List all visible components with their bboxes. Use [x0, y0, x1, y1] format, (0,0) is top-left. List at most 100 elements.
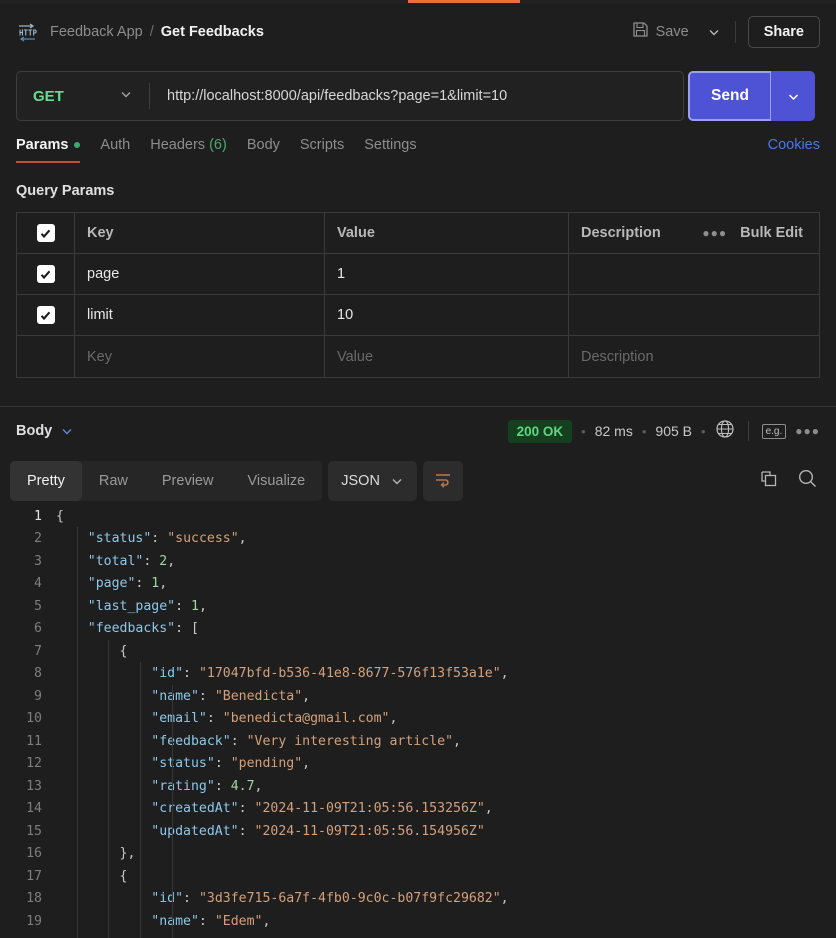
ellipsis-icon[interactable]: ●●● — [795, 424, 820, 438]
bulk-edit-button[interactable]: Bulk Edit — [740, 225, 803, 241]
word-wrap-button[interactable] — [422, 461, 463, 501]
tab-headers[interactable]: Headers (6) — [150, 137, 227, 163]
token-punc: { — [119, 643, 128, 659]
tab-params[interactable]: Params — [16, 137, 81, 163]
line-number: 6 — [34, 621, 42, 637]
tab-preview[interactable]: Preview — [145, 461, 231, 501]
code-lines: 1{2 "status": "success", 3 "total": 2, 4 "… — [0, 505, 836, 933]
line-number: 16 — [26, 846, 42, 862]
share-button[interactable]: Share — [747, 16, 820, 48]
param-value-input[interactable]: 1 — [325, 253, 569, 295]
code-line: 16 }, — [0, 843, 836, 866]
select-all-cell[interactable] — [17, 212, 75, 254]
code-line: 9 "name": "Benedicta", — [0, 685, 836, 708]
code-scrollbar-track[interactable] — [818, 505, 827, 938]
param-description-input[interactable] — [569, 295, 819, 336]
header-divider — [734, 21, 736, 43]
token-str: "success" — [167, 531, 239, 547]
param-key-input[interactable]: Key — [75, 336, 325, 377]
token-punc: : — [183, 891, 199, 907]
tab-visualize[interactable]: Visualize — [230, 461, 322, 501]
token-key: "status" — [151, 756, 215, 772]
tab-settings[interactable]: Settings — [364, 137, 416, 163]
token-key: "updatedAt" — [151, 823, 239, 839]
save-options-caret[interactable] — [697, 17, 731, 47]
row-enable-cell[interactable] — [17, 294, 75, 336]
token-punc: : — [238, 801, 255, 817]
code-line: 7 { — [0, 640, 836, 663]
token-key: "status" — [87, 531, 152, 547]
token-str: "Benedicta" — [214, 688, 303, 704]
copy-icon[interactable] — [759, 469, 779, 494]
code-line: 18 "id": "3d3fe715-6a7f-4fb0-9c0c-b07f9f… — [0, 888, 836, 911]
code-text: "page": 1, — [56, 576, 167, 591]
svg-text:HTTP: HTTP — [19, 29, 38, 38]
table-row[interactable]: page 1 — [17, 253, 819, 295]
line-number: 13 — [26, 778, 42, 794]
stat-separator: • — [641, 423, 647, 439]
token-key: "feedback" — [151, 733, 231, 749]
ellipsis-icon[interactable]: ●●● — [702, 226, 727, 240]
param-key-input[interactable]: page — [75, 253, 325, 295]
unsaved-dot-icon — [74, 142, 81, 149]
code-line: 5 "last_page": 1, — [0, 595, 836, 618]
line-number: 1 — [34, 508, 42, 524]
row-enable-cell[interactable] — [17, 253, 75, 295]
tab-scripts[interactable]: Scripts — [300, 137, 344, 163]
save-label: Save — [655, 24, 689, 40]
send-button[interactable]: Send — [688, 71, 772, 121]
line-number: 18 — [26, 891, 42, 907]
token-str: "Edem" — [214, 913, 263, 929]
param-value-input[interactable]: Value — [325, 336, 569, 377]
response-view-tabs: Pretty Raw Preview Visualize — [10, 461, 323, 501]
breadcrumb-current[interactable]: Get Feedbacks — [161, 24, 264, 40]
code-line: 2 "status": "success", — [0, 528, 836, 551]
tab-body[interactable]: Body — [247, 137, 280, 163]
tab-pretty[interactable]: Pretty — [10, 461, 82, 501]
code-line: 3 "total": 2, — [0, 550, 836, 573]
cookies-link[interactable]: Cookies — [768, 137, 820, 163]
tab-auth[interactable]: Auth — [100, 137, 130, 163]
param-description-input[interactable] — [569, 254, 819, 295]
search-icon[interactable] — [797, 468, 818, 494]
response-body-caret[interactable] — [60, 424, 74, 438]
param-value-input[interactable]: 10 — [325, 294, 569, 336]
row-checkbox[interactable] — [36, 306, 55, 324]
response-size: 905 B — [655, 423, 692, 439]
row-checkbox[interactable] — [36, 265, 55, 283]
token-num: 1 — [191, 598, 199, 614]
send-options-button[interactable] — [771, 71, 815, 121]
send-group: Send — [688, 71, 815, 121]
tab-auth-label: Auth — [100, 137, 131, 153]
tab-raw[interactable]: Raw — [82, 461, 145, 501]
code-text: { — [56, 869, 128, 884]
url-bar: GET http://localhost:8000/api/feedbacks?… — [16, 71, 684, 121]
token-punc: , — [159, 576, 168, 592]
breadcrumb-parent[interactable]: Feedback App — [50, 24, 143, 40]
row-enable-cell[interactable] — [17, 336, 75, 377]
line-number: 5 — [34, 598, 42, 614]
token-punc: , — [302, 688, 311, 704]
response-body-code[interactable]: 1{2 "status": "success", 3 "total": 2, 4 "… — [0, 505, 836, 938]
table-row[interactable]: limit 10 — [17, 294, 819, 336]
url-input[interactable]: http://localhost:8000/api/feedbacks?page… — [150, 88, 683, 104]
globe-icon[interactable] — [715, 419, 735, 444]
param-key-input[interactable]: limit — [75, 294, 325, 336]
save-button[interactable]: Save — [624, 15, 697, 49]
table-row-empty[interactable]: Key Value Description — [17, 336, 819, 377]
token-punc: : — [151, 531, 168, 547]
code-text: "feedback": "Very interesting article", — [56, 734, 461, 749]
method-selector[interactable]: GET — [17, 72, 149, 120]
select-all-checkbox[interactable] — [36, 224, 55, 242]
row-checkbox[interactable] — [37, 348, 55, 366]
line-number: 4 — [34, 576, 42, 592]
param-description-input[interactable]: Description — [569, 336, 819, 377]
token-key: "page" — [87, 576, 136, 592]
token-punc: , — [484, 801, 493, 817]
format-selector[interactable]: JSON — [328, 461, 417, 501]
chevron-down-icon — [62, 429, 72, 435]
eg-icon[interactable]: e.g. — [761, 423, 787, 439]
code-line: 4 "page": 1, — [0, 573, 836, 596]
breadcrumb-separator: / — [149, 24, 154, 40]
token-punc: : — [214, 778, 231, 794]
